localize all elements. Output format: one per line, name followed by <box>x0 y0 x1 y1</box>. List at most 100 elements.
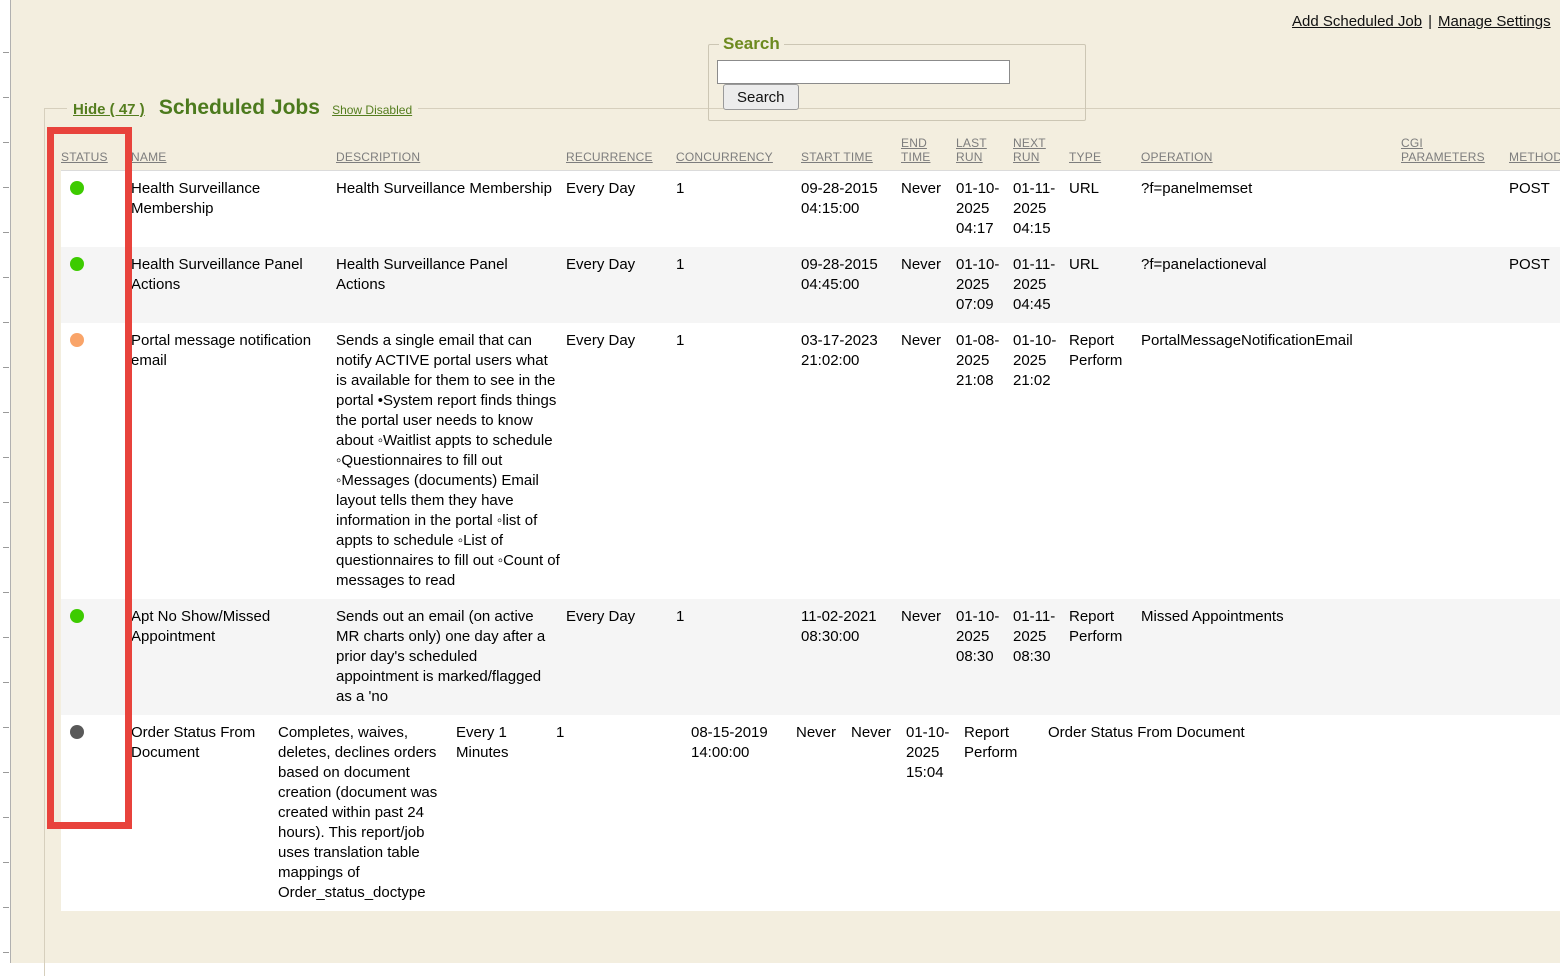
job-name: Apt No Show/Missed Appointment <box>131 599 336 715</box>
table-row: Health Surveillance Panel Actions Health… <box>61 247 1560 323</box>
scheduled-jobs-panel: Hide ( 47 ) Scheduled Jobs Show Disabled… <box>44 96 1560 976</box>
job-type: URL <box>1069 170 1141 247</box>
job-type: Report Perform <box>964 715 1048 911</box>
job-start-time: 09-28-2015 04:15:00 <box>801 170 901 247</box>
job-next-run: 01-11-2025 04:15 <box>1013 170 1069 247</box>
status-cell <box>61 323 131 599</box>
job-concurrency: 1 <box>676 170 801 247</box>
job-operation: ?f=panelactioneval <box>1141 247 1401 323</box>
page-background: Add Scheduled Job | Manage Settings Search… <box>11 0 1560 963</box>
job-cgi-parameters <box>1401 323 1509 599</box>
link-separator: | <box>1428 13 1432 30</box>
job-concurrency: 1 <box>556 715 691 911</box>
job-start-time: 09-28-2015 04:45:00 <box>801 247 901 323</box>
table-header-row: STATUS NAME DESCRIPTION RECURRENCE CONCU… <box>61 120 1560 170</box>
column-header-method[interactable]: METHOD <box>1509 120 1560 170</box>
job-start-time: 08-15-2019 14:00:00 <box>691 715 796 911</box>
job-concurrency: 1 <box>676 599 801 715</box>
job-concurrency: 1 <box>676 323 801 599</box>
job-recurrence: Every Day <box>566 247 676 323</box>
job-recurrence: Every 1 Minutes <box>456 715 556 911</box>
status-indicator <box>70 725 84 739</box>
column-header-type[interactable]: TYPE <box>1069 120 1141 170</box>
job-recurrence: Every Day <box>566 170 676 247</box>
job-end-time: Never <box>796 715 851 911</box>
page-title: Scheduled Jobs <box>159 96 320 119</box>
job-end-time: Never <box>901 247 956 323</box>
job-name: Health Surveillance Panel Actions <box>131 247 336 323</box>
job-end-time: Never <box>901 599 956 715</box>
status-indicator <box>70 609 84 623</box>
search-panel: Search Search <box>708 34 1086 121</box>
job-next-run: 01-10-2025 15:04 <box>906 715 964 911</box>
search-input[interactable] <box>717 60 1010 84</box>
job-method <box>1509 599 1560 715</box>
status-cell <box>61 170 131 247</box>
column-header-concurrency[interactable]: CONCURRENCY <box>676 120 801 170</box>
job-end-time: Never <box>901 170 956 247</box>
status-cell <box>61 247 131 323</box>
job-description: Health Surveillance Membership <box>336 170 566 247</box>
job-operation: PortalMessageNotificationEmail <box>1141 323 1401 599</box>
column-header-recurrence[interactable]: RECURRENCE <box>566 120 676 170</box>
job-recurrence: Every Day <box>566 323 676 599</box>
status-indicator <box>70 333 84 347</box>
job-last-run: 01-10-2025 08:30 <box>956 599 1013 715</box>
job-next-run: 01-11-2025 08:30 <box>1013 599 1069 715</box>
gutter-ruler-ticks <box>3 8 9 971</box>
column-header-end-time[interactable]: END TIME <box>901 120 956 170</box>
top-links: Add Scheduled Job | Manage Settings <box>1292 13 1551 30</box>
job-name: Order Status From Document <box>131 715 278 911</box>
job-type: Report Perform <box>1069 599 1141 715</box>
scheduled-jobs-legend: Hide ( 47 ) Scheduled Jobs Show Disabled <box>67 96 418 120</box>
column-header-name[interactable]: NAME <box>131 120 336 170</box>
table-row: Apt No Show/Missed Appointment Sends out… <box>61 599 1560 715</box>
job-last-run: Never <box>851 715 906 911</box>
search-button[interactable]: Search <box>723 84 799 110</box>
column-header-status[interactable]: STATUS <box>61 120 131 170</box>
job-next-run: 01-10-2025 21:02 <box>1013 323 1069 599</box>
job-description: Sends a single email that can notify ACT… <box>336 323 566 599</box>
job-operation: Missed Appointments <box>1141 599 1401 715</box>
column-header-description[interactable]: DESCRIPTION <box>336 120 566 170</box>
job-cgi-parameters <box>1401 247 1509 323</box>
table-row: Portal message notification email Sends … <box>61 323 1560 599</box>
column-header-next-run[interactable]: NEXT RUN <box>1013 120 1069 170</box>
table-row: Order Status From Document Completes, wa… <box>61 715 1560 911</box>
status-indicator <box>70 257 84 271</box>
add-scheduled-job-link[interactable]: Add Scheduled Job <box>1292 13 1422 30</box>
left-frame-gutter <box>0 0 11 963</box>
job-type: URL <box>1069 247 1141 323</box>
job-type: Report Perform <box>1069 323 1141 599</box>
column-header-last-run[interactable]: LAST RUN <box>956 120 1013 170</box>
column-header-cgi-parameters[interactable]: CGI PARAMETERS <box>1401 120 1509 170</box>
search-panel-legend: Search <box>719 34 784 54</box>
column-header-operation[interactable]: OPERATION <box>1141 120 1401 170</box>
job-last-run: 01-10-2025 07:09 <box>956 247 1013 323</box>
job-method: POST <box>1509 170 1560 247</box>
status-indicator <box>70 181 84 195</box>
job-recurrence: Every Day <box>566 599 676 715</box>
table-row: Health Surveillance Membership Health Su… <box>61 170 1560 247</box>
job-description: Sends out an email (on active MR charts … <box>336 599 566 715</box>
show-disabled-link[interactable]: Show Disabled <box>332 103 412 117</box>
job-cgi-parameters <box>1401 599 1509 715</box>
scheduled-jobs-table: STATUS NAME DESCRIPTION RECURRENCE CONCU… <box>61 120 1560 715</box>
job-description: Health Surveillance Panel Actions <box>336 247 566 323</box>
status-cell <box>61 715 131 911</box>
job-operation: Order Status From Document <box>1048 715 1401 911</box>
column-header-start-time[interactable]: START TIME <box>801 120 901 170</box>
job-last-run: 01-10-2025 04:17 <box>956 170 1013 247</box>
job-filler <box>1401 715 1560 911</box>
page: { "colors": { "page_background": "#f3eed… <box>0 0 1560 963</box>
job-next-run: 01-11-2025 04:45 <box>1013 247 1069 323</box>
status-cell <box>61 599 131 715</box>
job-cgi-parameters <box>1401 170 1509 247</box>
job-end-time: Never <box>901 323 956 599</box>
job-name: Health Surveillance Membership <box>131 170 336 247</box>
manage-settings-link[interactable]: Manage Settings <box>1438 13 1551 30</box>
job-last-run: 01-08-2025 21:08 <box>956 323 1013 599</box>
job-start-time: 11-02-2021 08:30:00 <box>801 599 901 715</box>
hide-count-link[interactable]: Hide ( 47 ) <box>73 101 145 118</box>
job-name: Portal message notification email <box>131 323 336 599</box>
